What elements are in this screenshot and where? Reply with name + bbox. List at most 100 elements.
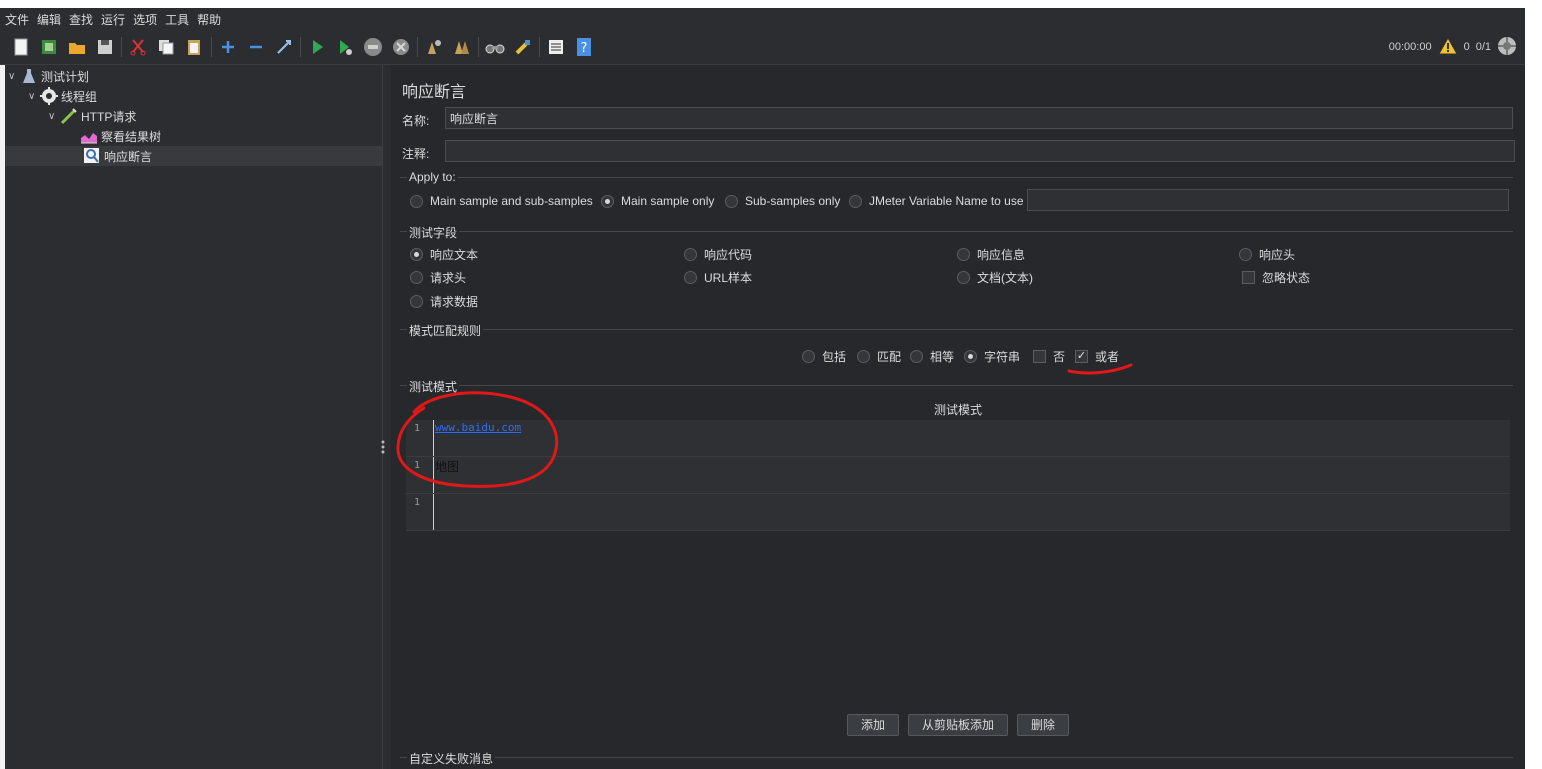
radio-circle[interactable] [684,271,697,284]
field-request-data-radio[interactable]: 请求数据 [410,293,478,310]
apply-main-only-radio[interactable]: Main sample only [601,194,714,208]
test-plan-icon [20,67,38,85]
collapse-icon[interactable] [245,36,267,58]
start-no-pause-icon[interactable] [334,36,356,58]
radio-label: 请求头 [430,271,467,285]
field-response-headers-radio[interactable]: 响应头 [1239,246,1295,263]
save-icon[interactable] [94,36,116,58]
field-url-sampled-radio[interactable]: URL样本 [684,269,752,286]
radio-circle[interactable] [964,350,977,363]
add-from-clipboard-button[interactable]: 从剪贴板添加 [908,714,1008,736]
radio-circle[interactable] [957,271,970,284]
field-response-text-radio[interactable]: 响应文本 [410,246,478,263]
rule-substring-radio[interactable]: 字符串 [964,348,1020,365]
apply-to-title: Apply to: [407,170,458,184]
rule-matches-radio[interactable]: 匹配 [857,348,901,365]
elapsed-timer: 00:00:00 [1388,41,1432,53]
window-left-edge [0,65,5,769]
apply-variable-radio[interactable]: JMeter Variable Name to use [849,194,1024,208]
warning-icon[interactable] [1437,36,1458,58]
radio-label: Main sample and sub-samples [430,194,593,208]
field-request-headers-radio[interactable]: 请求头 [410,269,466,286]
add-button[interactable]: 添加 [847,714,899,736]
radio-circle[interactable] [410,271,423,284]
delete-button[interactable]: 删除 [1017,714,1069,736]
shutdown-icon[interactable] [390,36,412,58]
radio-circle[interactable] [910,350,923,363]
radio-circle[interactable] [1239,248,1252,261]
checkbox-box[interactable] [1242,271,1255,284]
pattern-row[interactable]: 1 地图 [406,457,1510,494]
pattern-row[interactable]: 1 www.baidu.com [406,420,1510,457]
radio-circle[interactable] [849,194,862,208]
panel-title: 响应断言 [402,84,467,101]
rule-equals-radio[interactable]: 相等 [910,348,954,365]
drag-handle-icon[interactable] [379,438,387,458]
radio-circle[interactable] [410,194,423,208]
new-icon[interactable] [10,36,32,58]
apply-main-and-sub-radio[interactable]: Main sample and sub-samples [410,194,593,208]
radio-circle[interactable] [601,194,614,208]
radio-label: 包括 [822,350,847,364]
field-response-message-radio[interactable]: 响应信息 [957,246,1025,263]
radio-circle[interactable] [857,350,870,363]
chevron-down-icon[interactable]: ∨ [8,71,20,82]
toolbar-separator [211,37,212,57]
tree-item-results-tree[interactable]: 察看结果树 [80,126,161,146]
tree-item-thread-group[interactable]: ∨ 线程组 [28,86,97,106]
help-icon[interactable]: ? [573,36,595,58]
name-field[interactable]: 响应断言 [445,107,1513,129]
gutter-line [433,494,434,530]
tree-item-response-assertion[interactable]: 响应断言 [5,146,382,166]
toolbar-separator [478,37,479,57]
menu-help[interactable]: 帮助 [194,11,224,28]
rule-contains-radio[interactable]: 包括 [802,348,846,365]
expand-icon[interactable] [217,36,239,58]
clear-all-icon[interactable] [451,36,473,58]
toggle-icon[interactable] [273,36,295,58]
chevron-down-icon[interactable]: ∨ [48,111,60,122]
radio-circle[interactable] [725,194,738,208]
radio-circle[interactable] [957,248,970,261]
menu-edit[interactable]: 编辑 [34,11,64,28]
pattern-row[interactable]: 1 [406,494,1510,531]
template-icon[interactable] [38,36,60,58]
open-icon[interactable] [66,36,88,58]
menu-search[interactable]: 查找 [66,11,96,28]
menu-options[interactable]: 选项 [130,11,160,28]
radio-circle[interactable] [684,248,697,261]
menu-tools[interactable]: 工具 [162,11,192,28]
cut-icon[interactable] [127,36,149,58]
menu-run[interactable]: 运行 [98,11,128,28]
search-icon[interactable] [484,36,506,58]
checkbox-label: 否 [1053,350,1066,364]
radio-circle[interactable] [802,350,815,363]
field-document-radio[interactable]: 文档(文本) [957,269,1033,286]
failure-message-title: 自定义失败消息 [407,750,496,767]
rule-not-checkbox[interactable]: 否 [1033,348,1065,365]
variable-name-field[interactable] [1027,189,1509,211]
stop-icon[interactable] [362,36,384,58]
checkbox-box[interactable] [1033,350,1046,363]
apply-sub-only-radio[interactable]: Sub-samples only [725,194,840,208]
clear-icon[interactable] [423,36,445,58]
menu-file[interactable]: 文件 [2,11,32,28]
field-response-code-radio[interactable]: 响应代码 [684,246,752,263]
patterns-column-header: 测试模式 [934,403,983,417]
thread-group-icon [40,87,58,105]
chevron-down-icon[interactable]: ∨ [28,91,40,102]
copy-icon[interactable] [155,36,177,58]
tree-item-test-plan[interactable]: ∨ 测试计划 [8,66,89,86]
paste-icon[interactable] [183,36,205,58]
radio-label: 匹配 [877,350,902,364]
tree-item-http-request[interactable]: ∨ HTTP请求 [48,106,136,126]
tree-item-label: 线程组 [61,89,98,104]
radio-circle[interactable] [410,248,423,261]
reset-search-icon[interactable] [512,36,534,58]
function-helper-icon[interactable] [545,36,567,58]
ignore-status-checkbox[interactable]: 忽略状态 [1242,269,1310,286]
start-icon[interactable] [306,36,328,58]
radio-circle[interactable] [410,295,423,308]
comment-field[interactable] [445,140,1515,162]
remote-status-icon [1497,36,1517,59]
